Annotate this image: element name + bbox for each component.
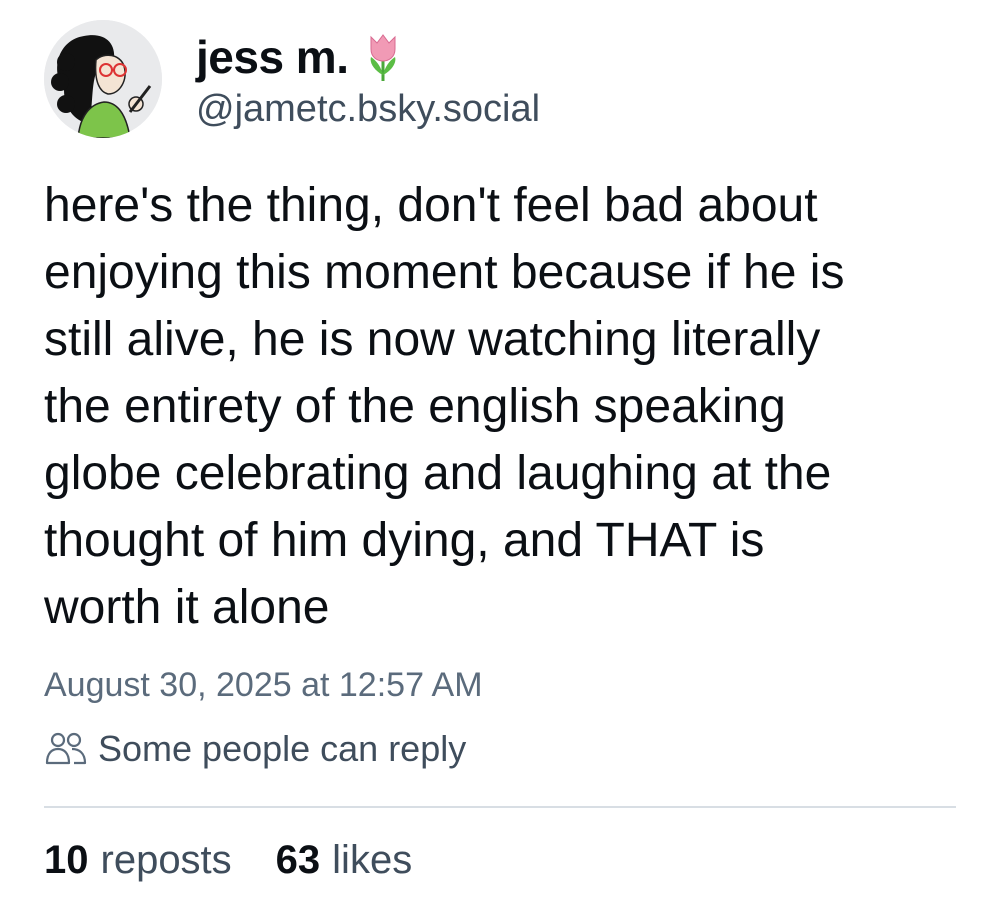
author-handle[interactable]: @jametc.bsky.social [196, 88, 540, 131]
divider [44, 806, 956, 808]
post-stats: 10 reposts 63 likes [44, 838, 456, 883]
post-header: jess m. @jametc.bsky.social [44, 20, 540, 138]
post-timestamp[interactable]: August 30, 2025 at 12:57 AM [44, 666, 483, 705]
post-text: here's the thing, don't feel bad about e… [44, 179, 845, 634]
reposts-stat[interactable]: 10 reposts [44, 838, 232, 883]
display-name[interactable]: jess m. [196, 30, 349, 84]
display-name-row: jess m. [196, 28, 540, 86]
reply-setting[interactable]: Some people can reply [44, 728, 466, 770]
reposts-count: 10 [44, 838, 89, 882]
likes-label: likes [332, 838, 413, 882]
author-names: jess m. @jametc.bsky.social [196, 28, 540, 131]
reposts-label: reposts [100, 838, 232, 882]
post-card: jess m. @jametc.bsky.social here's the t… [0, 0, 1000, 897]
likes-stat[interactable]: 63 likes [276, 838, 413, 883]
likes-count: 63 [275, 838, 321, 882]
tulip-icon [370, 33, 395, 81]
people-icon [45, 732, 87, 765]
reply-setting-label: Some people can reply [98, 728, 467, 769]
avatar[interactable] [44, 20, 162, 138]
